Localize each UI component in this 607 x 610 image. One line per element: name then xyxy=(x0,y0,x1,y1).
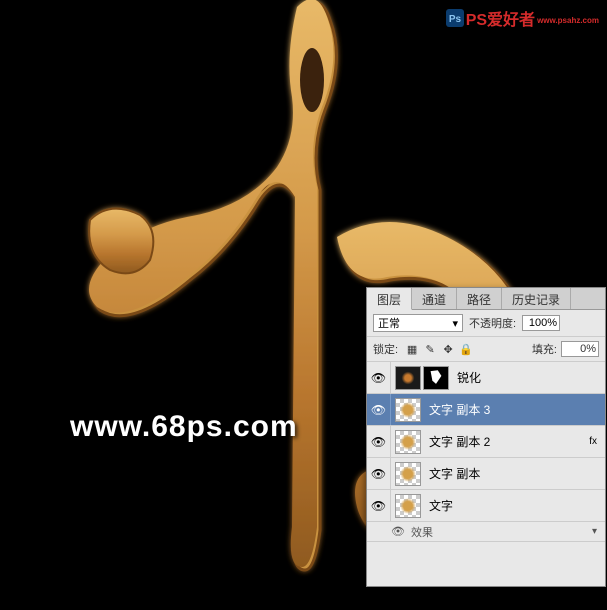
tab-channels[interactable]: 通道 xyxy=(412,288,457,309)
layer-thumbnail[interactable] xyxy=(395,494,421,518)
lock-fill-row: 锁定: ▦ ✎ ✥ 🔒 填充: 0% xyxy=(367,337,605,362)
layers-list: 👁 锐化 👁 文字 副本 3 👁 文字 副本 2 fx 👁 xyxy=(367,362,605,542)
visibility-eye-icon[interactable]: 👁 xyxy=(371,499,386,513)
lock-position-icon[interactable]: ✥ xyxy=(440,341,456,357)
layer-row-text-copy[interactable]: 👁 文字 副本 xyxy=(367,458,605,490)
visibility-eye-icon[interactable]: 👁 xyxy=(371,371,386,385)
opacity-label: 不透明度: xyxy=(469,315,516,331)
watermark-brand: Ps PS爱好者 www.psahz.com xyxy=(446,6,599,30)
fill-label: 填充: xyxy=(532,341,557,357)
lock-label: 锁定: xyxy=(373,341,398,357)
visibility-eye-icon[interactable]: 👁 xyxy=(371,435,386,449)
visibility-eye-icon[interactable]: 👁 xyxy=(371,467,386,481)
layer-row-text[interactable]: 👁 文字 xyxy=(367,490,605,522)
layer-thumbnail[interactable] xyxy=(395,366,421,390)
layers-panel: 图层 通道 路径 历史记录 正常 ▾ 不透明度: 100% 锁定: ▦ ✎ ✥ … xyxy=(366,287,606,587)
ps-logo-icon: Ps xyxy=(446,9,464,27)
chevron-down-icon[interactable]: ▾ xyxy=(592,526,597,537)
layer-name[interactable]: 文字 副本 xyxy=(425,465,480,482)
layer-thumbnail[interactable] xyxy=(395,398,421,422)
watermark-url: www.68ps.com xyxy=(70,410,298,444)
layer-name[interactable]: 文字 xyxy=(425,497,453,514)
layer-row-sharpen[interactable]: 👁 锐化 xyxy=(367,362,605,394)
layer-thumbnail[interactable] xyxy=(395,462,421,486)
layer-effects-row[interactable]: 👁 效果 ▾ xyxy=(367,522,605,542)
layer-mask-thumbnail[interactable] xyxy=(423,366,449,390)
panel-tabs: 图层 通道 路径 历史记录 xyxy=(367,288,605,310)
layer-name[interactable]: 锐化 xyxy=(453,369,481,386)
layer-row-text-copy-2[interactable]: 👁 文字 副本 2 fx xyxy=(367,426,605,458)
layer-thumbnail[interactable] xyxy=(395,430,421,454)
tab-layers[interactable]: 图层 xyxy=(367,288,412,310)
blend-opacity-row: 正常 ▾ 不透明度: 100% xyxy=(367,310,605,337)
lock-all-icon[interactable]: 🔒 xyxy=(458,341,474,357)
layer-row-text-copy-3[interactable]: 👁 文字 副本 3 xyxy=(367,394,605,426)
effects-label: 效果 xyxy=(411,524,433,540)
visibility-eye-icon[interactable]: 👁 xyxy=(371,403,386,417)
opacity-input[interactable]: 100% xyxy=(522,315,560,331)
visibility-eye-icon[interactable]: 👁 xyxy=(391,525,405,538)
blend-mode-select[interactable]: 正常 ▾ xyxy=(373,314,463,332)
layer-name[interactable]: 文字 副本 3 xyxy=(425,401,490,418)
layer-name[interactable]: 文字 副本 2 xyxy=(425,433,490,450)
chevron-down-icon: ▾ xyxy=(452,317,458,330)
tab-paths[interactable]: 路径 xyxy=(457,288,502,309)
fx-badge[interactable]: fx xyxy=(589,436,597,447)
lock-transparent-icon[interactable]: ▦ xyxy=(404,341,420,357)
lock-image-icon[interactable]: ✎ xyxy=(422,341,438,357)
fill-input[interactable]: 0% xyxy=(561,341,599,357)
svg-text:Ps: Ps xyxy=(449,14,462,25)
tab-history[interactable]: 历史记录 xyxy=(502,288,571,309)
